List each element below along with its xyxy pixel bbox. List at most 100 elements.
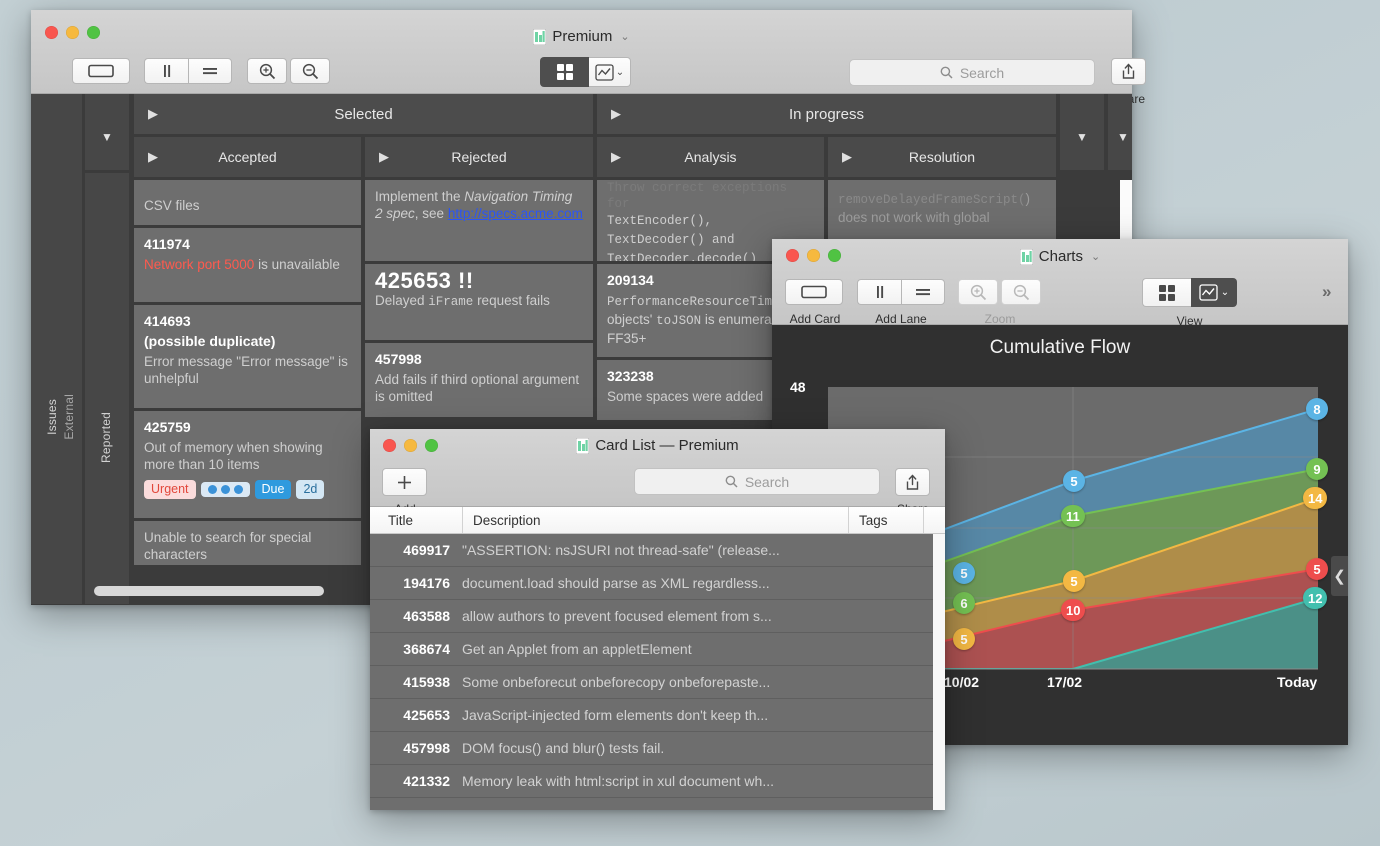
data-point-resolution-1702[interactable]: 10 <box>1061 599 1086 621</box>
share-button[interactable] <box>1111 58 1146 85</box>
lane-header-analysis[interactable]: ▶ Analysis <box>597 137 824 177</box>
disclosure-triangle-icon[interactable]: ▶ <box>611 149 621 165</box>
charts-titlebar[interactable]: Charts ⌄ Add Card Add Lane Zoom ⌄ View » <box>772 239 1348 328</box>
card[interactable]: 425759 Out of memory when showing more t… <box>134 411 361 518</box>
add-lane-vertical-button[interactable] <box>857 279 901 305</box>
column-header-tags[interactable]: Tags <box>848 507 923 533</box>
data-point-analysis-1002[interactable]: 5 <box>953 628 975 650</box>
card[interactable]: 411974 Network port 5000 is unavailable <box>134 228 361 302</box>
cardlist-vertical-scrollbar[interactable] <box>933 534 945 810</box>
card[interactable]: 414693 (possible duplicate) Error messag… <box>134 305 361 408</box>
cardlist-search-input[interactable]: Search <box>634 468 880 495</box>
share-button[interactable] <box>895 468 930 496</box>
tag-progress-dots[interactable] <box>200 482 250 497</box>
data-point-accepted-today[interactable]: 9 <box>1306 458 1328 480</box>
zoom-out-button[interactable] <box>290 58 330 84</box>
chevron-down-icon[interactable]: ⌄ <box>620 30 629 43</box>
column-header-description[interactable]: Description <box>462 507 848 533</box>
lane-collapse-triangle-2[interactable]: ▼ <box>1117 130 1129 144</box>
cardlist-table[interactable]: Title Description Tags 469917 "ASSERTION… <box>370 507 945 810</box>
chevron-left-icon[interactable]: ❮ <box>1331 556 1348 596</box>
card-text2: request fails <box>473 293 550 308</box>
column-header-title[interactable]: Title <box>370 507 462 533</box>
toolbar-overflow-button[interactable]: » <box>1322 282 1331 302</box>
card-id: 414693 <box>144 313 191 329</box>
table-row[interactable]: 425653 JavaScript-injected form elements… <box>370 699 945 732</box>
board-search-input[interactable]: Search <box>849 59 1095 86</box>
data-point-analysis-1702[interactable]: 5 <box>1063 570 1085 592</box>
card-code2: toJSON <box>656 314 702 328</box>
tag-due-days[interactable]: 2d <box>296 480 325 499</box>
table-row[interactable]: 469917 "ASSERTION: nsJSURI not thread-sa… <box>370 534 945 567</box>
board-title[interactable]: Premium ⌄ <box>31 28 1132 45</box>
table-row[interactable]: 194176 document.load should parse as XML… <box>370 567 945 600</box>
card-link[interactable]: http://specs.acme.com <box>448 206 583 221</box>
disclosure-triangle-icon[interactable]: ▶ <box>611 106 621 122</box>
disclosure-triangle-icon[interactable]: ▶ <box>379 149 389 165</box>
add-lane-horizontal-button[interactable] <box>901 279 945 305</box>
lane-header-accepted[interactable]: ▶ Accepted <box>134 137 361 177</box>
add-lane-horizontal-button[interactable] <box>188 58 232 84</box>
card[interactable]: Unable to search for special characters <box>134 521 361 565</box>
lane-collapse-triangle-1[interactable]: ▼ <box>1076 130 1088 144</box>
data-point-done-today[interactable]: 12 <box>1303 587 1328 609</box>
row-description: JavaScript-injected form elements don't … <box>462 707 769 723</box>
view-chart-toggle[interactable]: ⌄ <box>589 57 631 87</box>
chevron-down-icon[interactable]: ⌄ <box>1091 250 1100 263</box>
add-card-button[interactable] <box>72 58 130 84</box>
swimlane-collapse-triangle[interactable]: ▼ <box>101 130 113 144</box>
table-body[interactable]: 469917 "ASSERTION: nsJSURI not thread-sa… <box>370 534 945 798</box>
table-row[interactable]: 457998 DOM focus() and blur() tests fail… <box>370 732 945 765</box>
lane-header-rejected[interactable]: ▶ Rejected <box>365 137 593 177</box>
chart-view-icon <box>1199 284 1218 301</box>
add-button[interactable] <box>382 468 427 496</box>
table-row[interactable]: 415938 Some onbeforecut onbeforecopy onb… <box>370 666 945 699</box>
card[interactable]: 425653 !! Delayed iFrame request fails <box>365 264 593 340</box>
add-card-button[interactable] <box>785 279 843 305</box>
chevron-down-icon[interactable]: ⌄ <box>1221 287 1229 298</box>
cardlist-titlebar[interactable]: Card List — Premium Add Search Share <box>370 429 945 516</box>
data-point-reported-1702[interactable]: 5 <box>1063 470 1085 492</box>
view-grid-toggle[interactable] <box>1142 278 1191 307</box>
card[interactable]: CSV files <box>134 180 361 225</box>
row-title: 415938 <box>403 674 450 690</box>
lane-header-selected[interactable]: ▶ Selected <box>134 94 593 134</box>
swimlane-strip-issues[interactable] <box>31 94 82 604</box>
zoom-out-button <box>1001 279 1041 305</box>
chevron-down-icon[interactable]: ⌄ <box>616 67 624 78</box>
disclosure-triangle-icon[interactable]: ▶ <box>148 149 158 165</box>
card-tags[interactable]: Urgent Due 2d <box>144 480 351 499</box>
disclosure-triangle-icon[interactable]: ▶ <box>842 149 852 165</box>
data-point-accepted-1702[interactable]: 11 <box>1061 505 1085 527</box>
data-point-analysis-today[interactable]: 14 <box>1303 487 1328 509</box>
card[interactable]: Implement the Navigation Timing 2 spec, … <box>365 180 593 261</box>
card[interactable]: 457998 Add fails if third optional argum… <box>365 343 593 417</box>
table-row[interactable]: 463588 allow authors to prevent focused … <box>370 600 945 633</box>
board-horizontal-scrollbar[interactable] <box>94 586 324 596</box>
disclosure-triangle-icon[interactable]: ▶ <box>148 106 158 122</box>
data-point-reported-today[interactable]: 8 <box>1306 398 1328 420</box>
row-description: allow authors to prevent focused element… <box>462 608 772 624</box>
table-row[interactable]: 368674 Get an Applet from an appletEleme… <box>370 633 945 666</box>
zoom-in-button[interactable] <box>247 58 287 84</box>
tag-urgent[interactable]: Urgent <box>144 480 196 499</box>
data-point-reported-1002[interactable]: 5 <box>953 562 975 584</box>
lane-header-resolution[interactable]: ▶ Resolution <box>828 137 1056 177</box>
data-point-resolution-today[interactable]: 5 <box>1306 558 1328 580</box>
view-chart-toggle[interactable]: ⌄ <box>1191 278 1237 307</box>
swimlane-strip-reported[interactable] <box>85 173 129 604</box>
charts-title[interactable]: Charts ⌄ <box>772 248 1348 265</box>
board-titlebar[interactable]: Premium ⌄ Add Card Add Lane Zoom <box>31 10 1146 108</box>
table-row[interactable]: 421332 Memory leak with html:script in x… <box>370 765 945 798</box>
data-point-accepted-1002[interactable]: 6 <box>953 592 975 614</box>
add-lane-vertical-button[interactable] <box>144 58 188 84</box>
cardlist-title[interactable]: Card List — Premium <box>370 437 945 454</box>
table-header-row[interactable]: Title Description Tags <box>370 507 945 534</box>
view-grid-toggle[interactable] <box>540 57 589 87</box>
cardlist-window[interactable]: Card List — Premium Add Search Share Tit… <box>370 429 945 810</box>
chart-view-icon <box>595 63 614 81</box>
swimlane-sublabel-external: External <box>62 394 76 440</box>
tag-due[interactable]: Due <box>254 480 292 499</box>
lane-header-in-progress[interactable]: ▶ In progress <box>597 94 1056 134</box>
grid-view-icon <box>1159 284 1175 301</box>
